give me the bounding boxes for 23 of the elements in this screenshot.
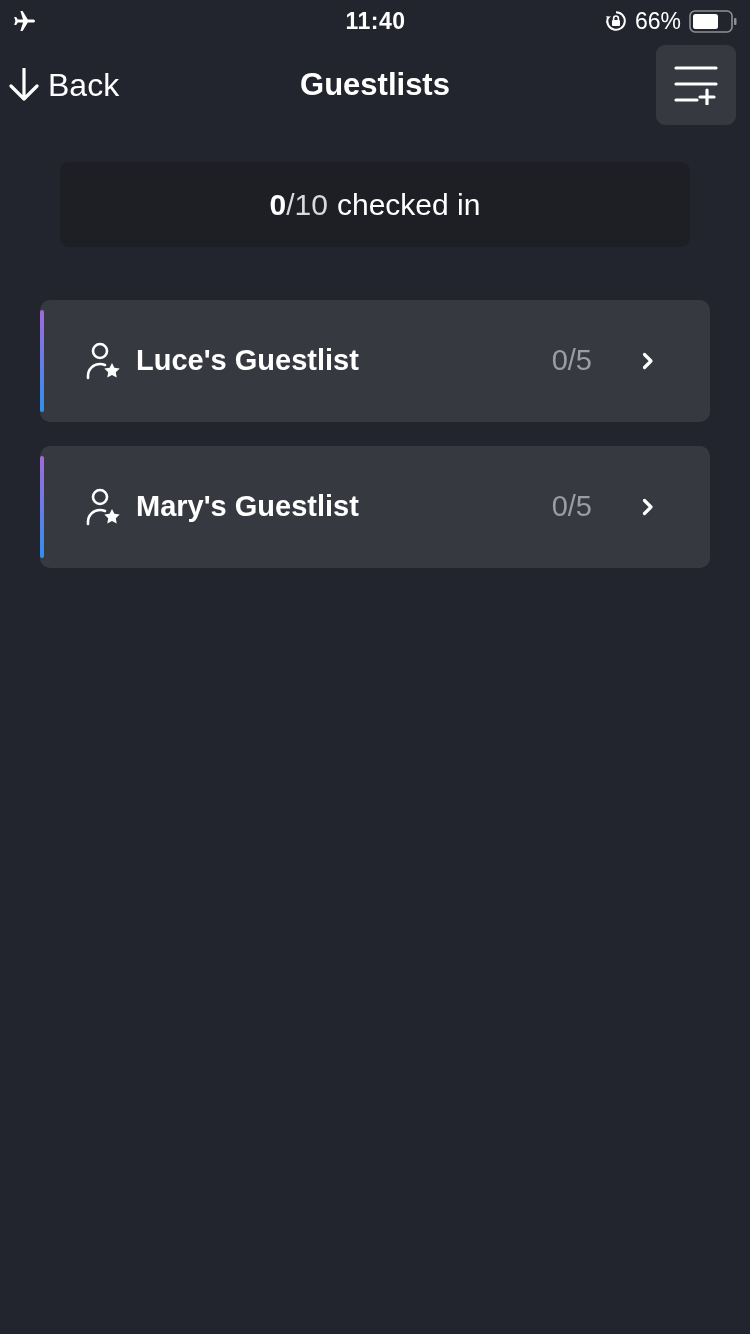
- total-count: /10: [286, 187, 328, 223]
- page-title: Guestlists: [300, 66, 450, 102]
- down-arrow-icon: [8, 68, 40, 102]
- chevron-right-icon: [642, 352, 654, 370]
- person-star-icon: [86, 342, 120, 380]
- airplane-icon: [14, 11, 36, 31]
- guestlist-name: Luce's Guestlist: [136, 343, 359, 379]
- checked-in-label: checked in: [337, 187, 481, 223]
- battery-icon: [689, 9, 737, 33]
- list-add-icon: [674, 65, 718, 105]
- chevron-right-icon: [642, 498, 654, 516]
- back-button[interactable]: Back: [8, 61, 120, 109]
- rotation-lock-icon: [604, 10, 627, 32]
- guestlist-name: Mary's Guestlist: [136, 489, 359, 525]
- battery-percentage: 66%: [634, 6, 681, 36]
- guest-count: 0/5: [551, 343, 592, 379]
- person-star-icon: [86, 488, 120, 526]
- checked-in-count: 0: [269, 187, 287, 223]
- add-list-button[interactable]: [656, 45, 736, 125]
- guestlist-card[interactable]: Mary's Guestlist 0/5: [40, 446, 710, 568]
- status-time: 11:40: [345, 6, 406, 36]
- guest-count: 0/5: [551, 489, 592, 525]
- guestlist-card[interactable]: Luce's Guestlist 0/5: [40, 300, 710, 422]
